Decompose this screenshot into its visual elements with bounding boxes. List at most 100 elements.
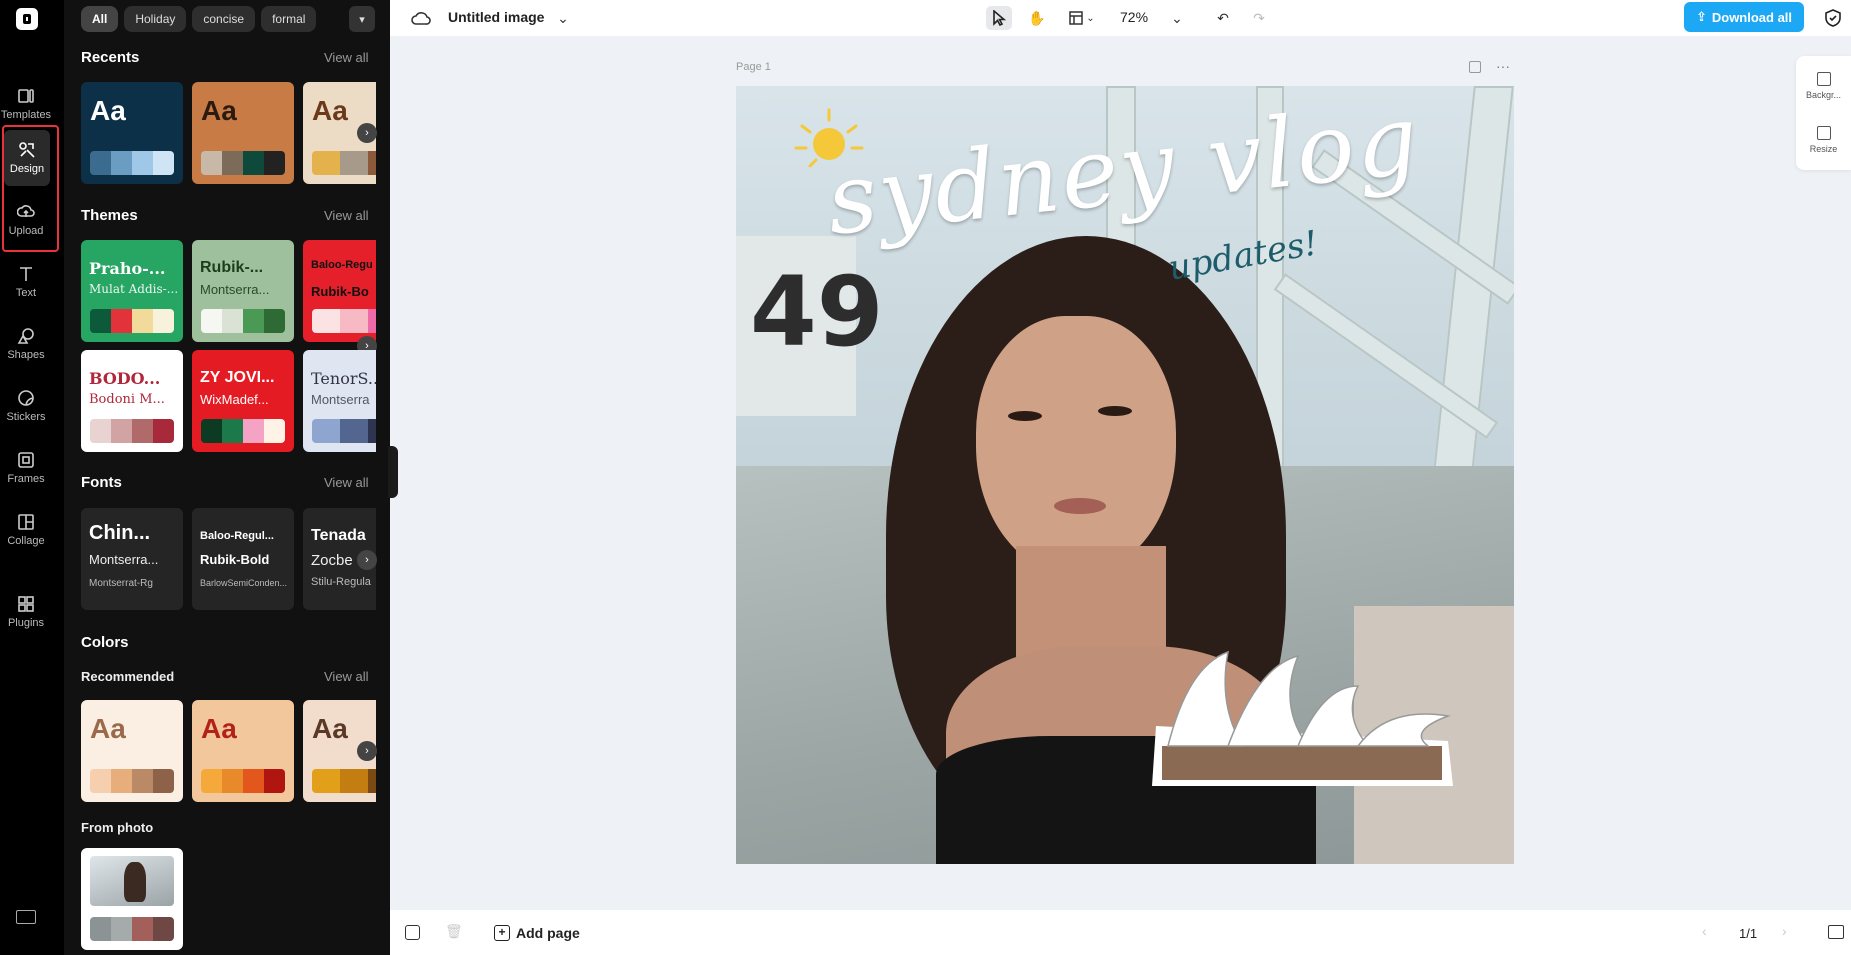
font-card-sub: Zocbe — [311, 552, 353, 569]
resize-button[interactable]: Resize — [1796, 116, 1851, 164]
document-title[interactable]: Untitled image — [448, 9, 544, 25]
trash-icon[interactable]: 🗑 — [445, 923, 463, 940]
from-photo-title: From photo — [81, 820, 154, 835]
recents-view-all[interactable]: View all — [324, 50, 369, 65]
background-button[interactable]: Backgr... — [1796, 62, 1851, 110]
font-card-sub: Montserra... — [89, 552, 159, 567]
layers-icon[interactable] — [1828, 925, 1844, 939]
theme-card-font2: Rubik-Bo — [311, 284, 369, 299]
undo-icon[interactable]: ↶ — [1210, 6, 1236, 30]
colors-next-icon[interactable]: › — [357, 741, 377, 761]
font-card-1[interactable]: Chin... Montserra... Montserrat-Rg — [81, 508, 183, 610]
font-card-heading: Tenada — [311, 527, 366, 544]
cloud-save-icon[interactable] — [408, 6, 434, 30]
photo-eye — [1098, 406, 1132, 416]
background-icon — [1816, 72, 1831, 86]
photo-lips — [1054, 498, 1106, 514]
right-tool-panel: Backgr... Resize — [1796, 56, 1851, 170]
rail-frames[interactable]: Frames — [0, 440, 52, 496]
artboard[interactable]: 49 sydney vlog updates! — [736, 86, 1514, 864]
page-label: Page 1 — [736, 61, 771, 73]
theme-card-font1: Baloo-Regu — [311, 259, 373, 271]
shield-check-icon[interactable] — [1820, 6, 1846, 30]
fonts-next-icon[interactable]: › — [357, 550, 377, 570]
rail-collage[interactable]: Collage — [0, 502, 52, 558]
chip-holiday[interactable]: Holiday — [124, 6, 187, 32]
themes-view-all[interactable]: View all — [324, 208, 369, 223]
chip-all[interactable]: All — [81, 6, 119, 32]
resize-icon — [1816, 126, 1831, 140]
theme-card-1[interactable]: Praho-... Mulat Addis-... — [81, 240, 183, 342]
next-page-icon[interactable]: › — [1782, 923, 1787, 939]
color-swatch — [312, 419, 376, 443]
color-swatch — [201, 419, 285, 443]
opera-house-sticker-icon[interactable] — [1148, 646, 1458, 786]
theme-card-font2: Bodoni M... — [89, 392, 165, 407]
color-swatch — [201, 309, 285, 333]
color-swatch — [90, 769, 174, 793]
recent-card-1[interactable]: Aa — [81, 82, 183, 184]
themes-title: Themes — [81, 207, 138, 224]
plugins-icon — [18, 596, 34, 612]
bottom-bar: 🗑 + Add page ‹ 1/1 › — [390, 910, 1851, 955]
stickers-icon — [18, 390, 34, 406]
theme-card-font2: Mulat Addis-... — [89, 282, 179, 296]
font-card-heading: Baloo-Regul... — [200, 530, 274, 542]
photo-palette-card[interactable] — [81, 848, 183, 950]
duplicate-page-icon[interactable] — [1469, 61, 1481, 73]
theme-card-3[interactable]: Baloo-Regu Rubik-Bo — [303, 240, 376, 342]
color-swatch — [312, 309, 376, 333]
rail-shapes-label: Shapes — [7, 349, 45, 361]
recent-card-2[interactable]: Aa — [192, 82, 294, 184]
add-page-label: Add page — [516, 925, 580, 941]
rail-templates[interactable]: Templates — [0, 76, 52, 132]
chevron-down-icon[interactable]: ▾ — [349, 6, 375, 32]
theme-card-font1: BODO... — [89, 369, 161, 388]
rail-stickers[interactable]: Stickers — [0, 378, 52, 434]
rail-shapes[interactable]: Shapes — [0, 316, 52, 372]
add-page-button[interactable]: + Add page — [494, 925, 580, 941]
chip-formal[interactable]: formal — [261, 6, 317, 32]
font-card-body: Montserrat-Rg — [89, 578, 153, 589]
more-options-icon[interactable]: ··· — [1496, 58, 1510, 74]
chevron-down-icon[interactable]: ⌄ — [550, 6, 576, 30]
rail-text[interactable]: Text — [0, 254, 52, 310]
rail-plugins-label: Plugins — [7, 617, 45, 629]
select-tool-icon[interactable] — [986, 6, 1012, 30]
color-swatch — [90, 309, 174, 333]
recents-next-icon[interactable]: › — [357, 123, 377, 143]
layout-menu-icon[interactable]: ⌄ — [1062, 6, 1102, 30]
app-logo[interactable] — [16, 8, 38, 30]
color-card-2[interactable]: Aa — [192, 700, 294, 802]
duplicate-icon[interactable] — [405, 925, 420, 940]
color-swatch — [312, 151, 376, 175]
download-all-button[interactable]: ⇪ Download all — [1684, 2, 1804, 32]
panel-collapse-handle[interactable] — [388, 446, 398, 498]
theme-card-2[interactable]: Rubik-... Montserra... — [192, 240, 294, 342]
redo-icon[interactable]: ↷ — [1246, 6, 1272, 30]
zoom-level[interactable]: 72% — [1120, 9, 1148, 25]
font-card-2[interactable]: Baloo-Regul... Rubik-Bold BarlowSemiCond… — [192, 508, 294, 610]
theme-card-4[interactable]: BODO... Bodoni M... — [81, 350, 183, 452]
zoom-chevron-icon[interactable]: ⌄ — [1164, 6, 1190, 30]
photo-face — [976, 316, 1176, 576]
hand-tool-icon[interactable]: ✋ — [1024, 6, 1050, 30]
collage-icon — [18, 514, 34, 530]
keyboard-icon[interactable] — [16, 910, 36, 924]
colors-view-all[interactable]: View all — [324, 669, 369, 684]
recent-card-aa: Aa — [90, 95, 126, 126]
resize-label: Resize — [1809, 144, 1838, 154]
theme-card-font1: Rubik-... — [200, 259, 264, 276]
rail-plugins[interactable]: Plugins — [0, 564, 52, 660]
download-all-label: Download all — [1711, 9, 1793, 25]
chip-concise[interactable]: concise — [192, 6, 256, 32]
color-swatch — [90, 917, 174, 941]
prev-page-icon[interactable]: ‹ — [1702, 923, 1707, 939]
fonts-view-all[interactable]: View all — [324, 475, 369, 490]
theme-card-5[interactable]: ZY JOVI... WixMadef... — [192, 350, 294, 452]
design-upload-highlight — [2, 125, 59, 252]
theme-card-6[interactable]: TenorS... Montserra — [303, 350, 376, 452]
top-bar: Untitled image ⌄ ✋ ⌄ 72% ⌄ ↶ ↷ ⇪ Downloa… — [390, 0, 1851, 36]
color-card-1[interactable]: Aa — [81, 700, 183, 802]
rail-stickers-label: Stickers — [6, 411, 46, 423]
